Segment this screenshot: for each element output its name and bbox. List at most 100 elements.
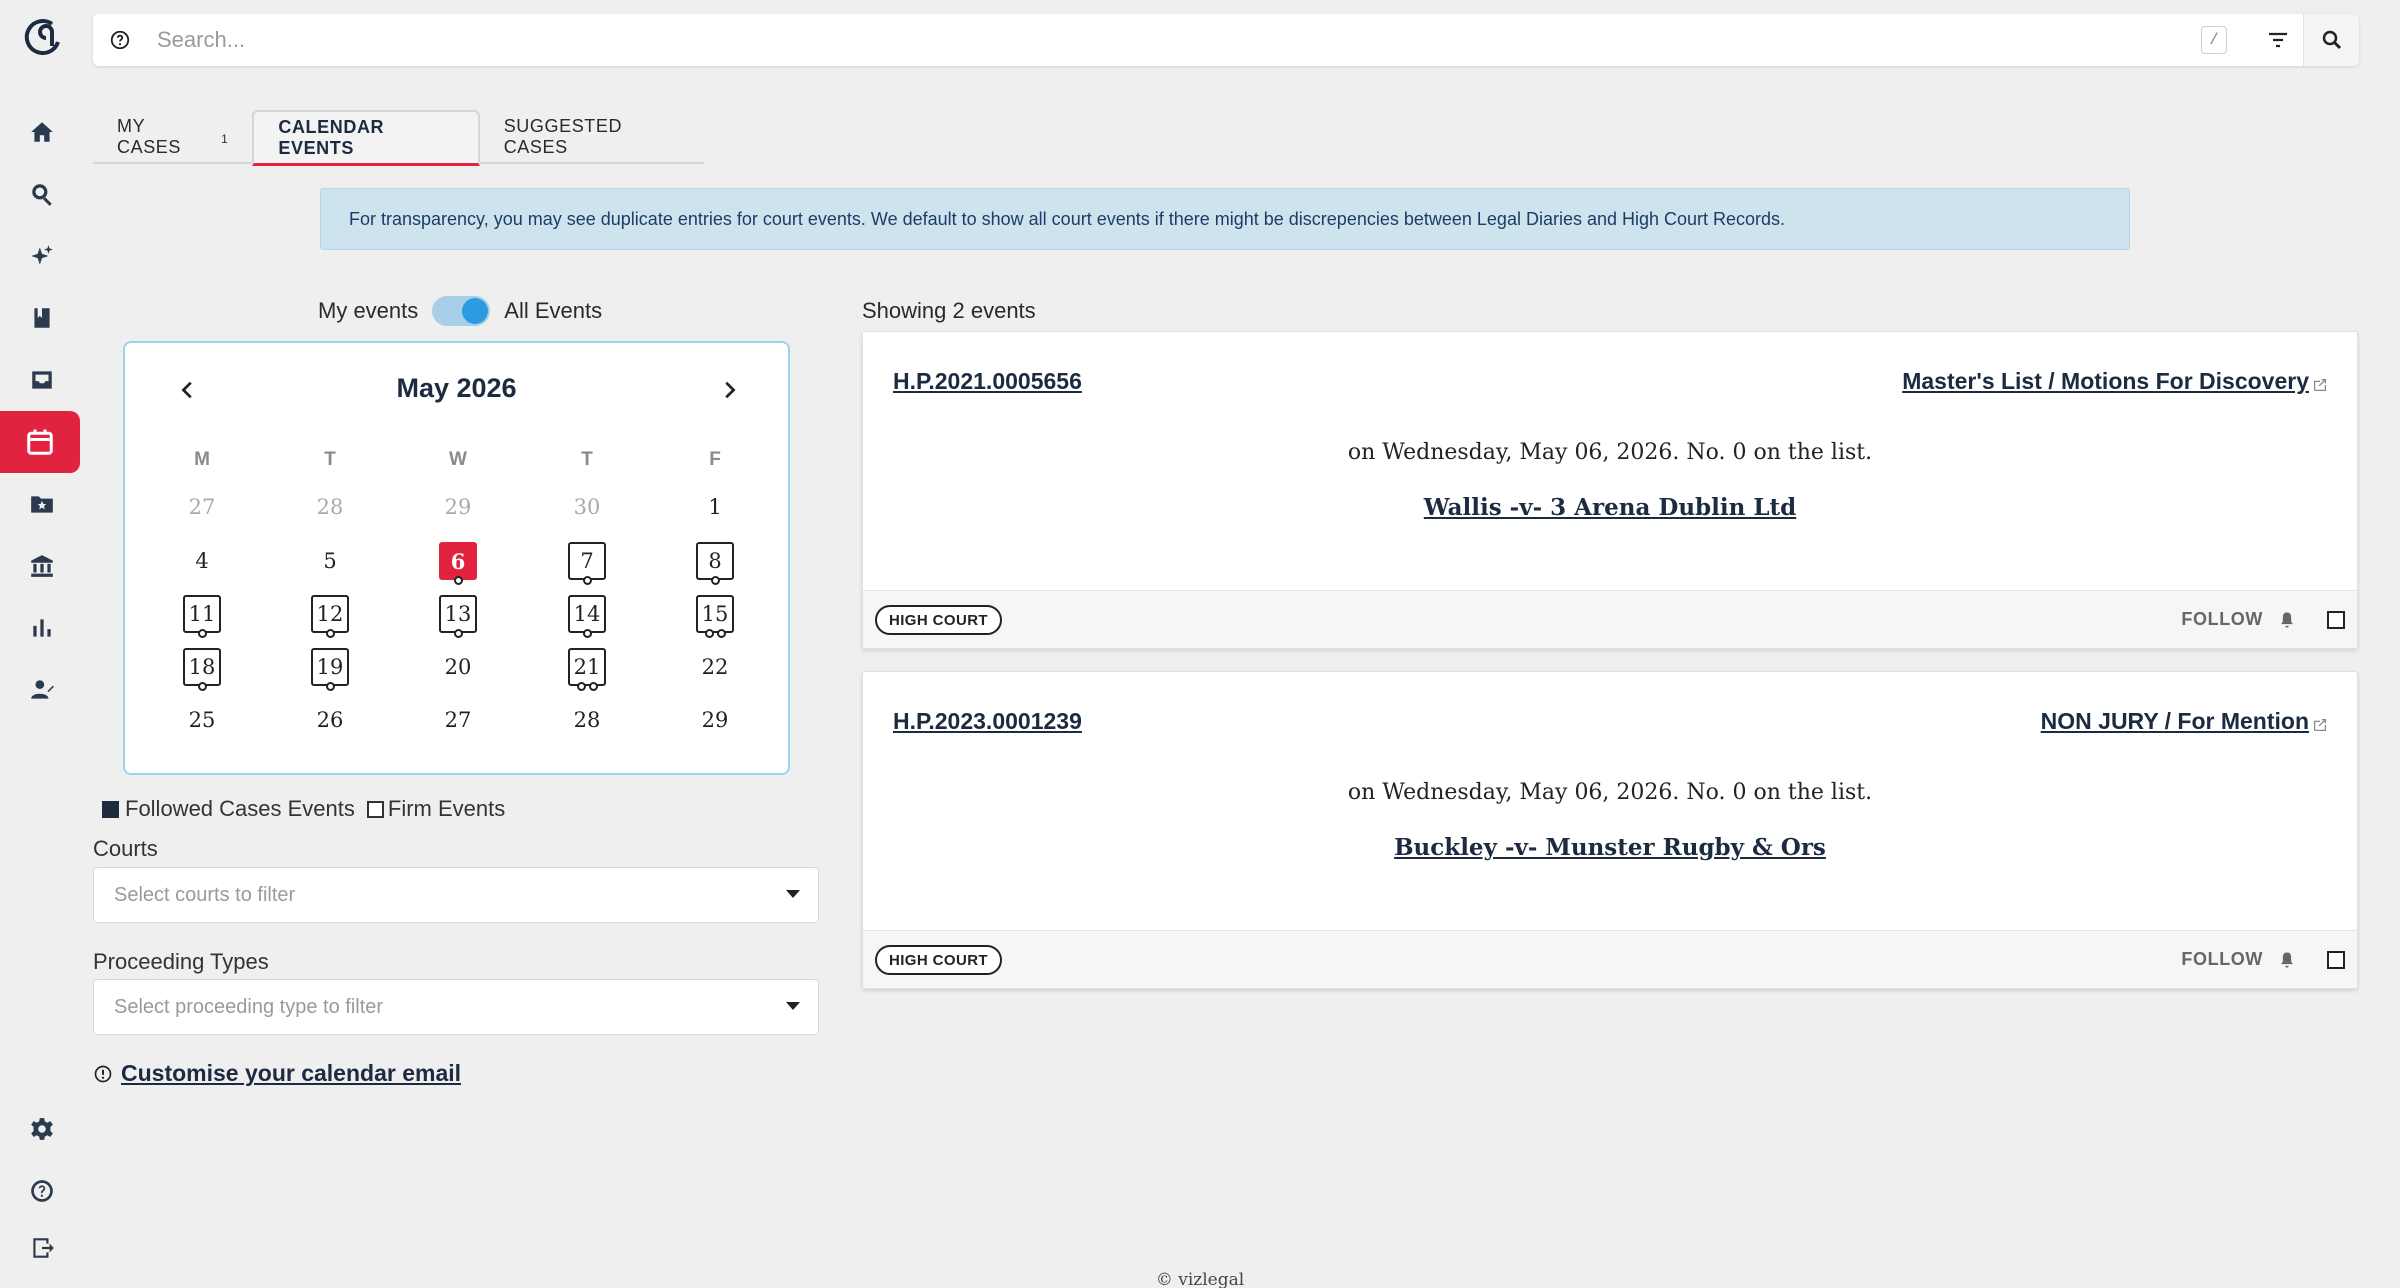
proceeding-types-select[interactable]: Select proceeding type to filter bbox=[93, 979, 819, 1035]
home-icon[interactable] bbox=[20, 110, 64, 154]
event-date: on Wednesday, May 06, 2026. No. 0 on the… bbox=[1347, 780, 1873, 805]
calendar-day[interactable]: 27 bbox=[183, 488, 221, 526]
calendar-day[interactable]: 1 bbox=[696, 488, 734, 526]
calendar-day[interactable]: 29 bbox=[696, 701, 734, 739]
case-title-link[interactable]: Wallis -v- 3 Arena Dublin Ltd bbox=[863, 494, 2357, 521]
calendar-day[interactable]: 21 bbox=[568, 648, 606, 691]
case-title-link[interactable]: Buckley -v- Munster Rugby & Ors bbox=[863, 834, 2357, 861]
courthouse-icon[interactable] bbox=[20, 544, 64, 588]
event-dot bbox=[453, 576, 463, 585]
event-dot bbox=[453, 629, 463, 638]
calendar-day[interactable]: 25 bbox=[183, 701, 221, 739]
courts-select[interactable]: Select courts to filter bbox=[93, 867, 819, 923]
bell-icon bbox=[2281, 952, 2293, 967]
day-number: 13 bbox=[444, 602, 472, 626]
day-number: 21 bbox=[573, 655, 601, 679]
sparkle-icon[interactable] bbox=[20, 234, 64, 278]
tab-suggested-cases[interactable]: SUGGESTED CASES bbox=[480, 110, 704, 164]
day-number: 28 bbox=[316, 495, 344, 519]
events-scope-switch[interactable] bbox=[432, 296, 491, 326]
calendar-day[interactable]: 4 bbox=[183, 542, 221, 580]
calendar-day[interactable]: 30 bbox=[568, 488, 606, 526]
case-number-link[interactable]: H.P.2023.0001239 bbox=[893, 708, 1082, 735]
calendar-day-today[interactable]: 6 bbox=[439, 542, 477, 585]
inbox-icon[interactable] bbox=[20, 358, 64, 402]
all-events-label[interactable]: All Events bbox=[504, 298, 602, 324]
calendar-day[interactable]: 29 bbox=[439, 488, 477, 526]
calendar-day[interactable]: 5 bbox=[311, 542, 349, 580]
follow-button[interactable]: FOLLOW bbox=[2181, 609, 2297, 630]
calendar-day[interactable]: 19 bbox=[311, 648, 349, 691]
calendar-day[interactable]: 22 bbox=[696, 648, 734, 686]
calendar-day[interactable]: 27 bbox=[439, 701, 477, 739]
day-number: 7 bbox=[580, 549, 594, 573]
customise-calendar-email-link[interactable]: Customise your calendar email bbox=[93, 1060, 461, 1087]
list-type-link[interactable]: Master's List / Motions For Discovery bbox=[1902, 368, 2329, 395]
logout-icon[interactable] bbox=[20, 1226, 64, 1270]
gear-icon[interactable] bbox=[20, 1107, 64, 1151]
calendar-day[interactable]: 12 bbox=[311, 595, 349, 638]
calendar-day[interactable]: 7 bbox=[568, 542, 606, 585]
day-number: 11 bbox=[188, 602, 216, 626]
analytics-icon[interactable] bbox=[20, 606, 64, 650]
calendar-icon[interactable] bbox=[0, 411, 80, 473]
next-month-button[interactable] bbox=[712, 373, 746, 407]
calendar-day[interactable]: 20 bbox=[439, 648, 477, 686]
event-dot bbox=[325, 682, 335, 691]
list-type-text: Master's List / Motions For Discovery bbox=[1902, 368, 2309, 394]
day-number: 29 bbox=[701, 708, 729, 732]
courts-label: Courts bbox=[93, 836, 158, 861]
external-link-icon bbox=[2313, 378, 2327, 391]
follow-button[interactable]: FOLLOW bbox=[2181, 949, 2297, 970]
event-card-footer: HIGH COURT FOLLOW bbox=[863, 590, 2357, 648]
weekday-header: T bbox=[324, 449, 336, 470]
vizlegal-logo[interactable] bbox=[22, 16, 66, 60]
events-count: Showing 2 events bbox=[862, 298, 1036, 323]
calendar-day[interactable]: 14 bbox=[568, 595, 606, 638]
event-dots bbox=[313, 682, 347, 691]
calendar-day[interactable]: 15 bbox=[696, 595, 734, 638]
firm-events-swatch[interactable] bbox=[366, 800, 384, 818]
weekday-header: F bbox=[709, 449, 721, 470]
my-events-label[interactable]: My events bbox=[318, 298, 418, 324]
follow-label: FOLLOW bbox=[2181, 609, 2263, 629]
calendar-month-title: May 2026 bbox=[396, 373, 517, 403]
starred-folder-icon[interactable] bbox=[20, 482, 64, 526]
search-help-icon[interactable] bbox=[93, 14, 147, 66]
calendar-day[interactable]: 8 bbox=[696, 542, 734, 585]
search-submit-button[interactable] bbox=[2303, 14, 2359, 66]
calendar-day[interactable]: 13 bbox=[439, 595, 477, 638]
day-number: 22 bbox=[701, 655, 729, 679]
help-icon[interactable] bbox=[20, 1169, 64, 1213]
day-number: 27 bbox=[188, 495, 216, 519]
event-dots bbox=[441, 576, 475, 585]
tab-calendar-events[interactable]: CALENDAR EVENTS bbox=[252, 110, 480, 166]
event-date: on Wednesday, May 06, 2026. No. 0 on the… bbox=[1347, 440, 1873, 465]
calendar-day[interactable]: 11 bbox=[183, 595, 221, 638]
search-shortcut-hint: / bbox=[2201, 26, 2227, 54]
day-number: 4 bbox=[195, 549, 209, 573]
calendar-day[interactable]: 28 bbox=[568, 701, 606, 739]
select-checkbox[interactable] bbox=[2327, 951, 2345, 969]
select-checkbox[interactable] bbox=[2327, 611, 2345, 629]
day-number: 18 bbox=[188, 655, 216, 679]
case-title-text: Buckley -v- Munster Rugby & Ors bbox=[1394, 834, 1826, 861]
followed-events-swatch[interactable] bbox=[102, 800, 119, 818]
book-icon[interactable] bbox=[20, 296, 64, 340]
tab-my-cases[interactable]: MY CASES 1 bbox=[93, 110, 252, 164]
courts-placeholder: Select courts to filter bbox=[114, 883, 296, 906]
search-icon[interactable] bbox=[20, 172, 64, 216]
calendar-day[interactable]: 26 bbox=[311, 701, 349, 739]
event-card-footer: HIGH COURT FOLLOW bbox=[863, 930, 2357, 988]
list-type-link[interactable]: NON JURY / For Mention bbox=[2041, 708, 2329, 735]
calendar-day[interactable]: 28 bbox=[311, 488, 349, 526]
day-number: 15 bbox=[701, 602, 729, 626]
search-input[interactable] bbox=[147, 16, 2201, 64]
weekday-header: W bbox=[449, 449, 467, 470]
case-title-text: Wallis -v- 3 Arena Dublin Ltd bbox=[1423, 494, 1797, 521]
day-number: 30 bbox=[573, 495, 601, 519]
case-number-link[interactable]: H.P.2021.0005656 bbox=[893, 368, 1082, 395]
calendar-day[interactable]: 18 bbox=[183, 648, 221, 691]
user-edit-icon[interactable] bbox=[20, 668, 64, 712]
filter-icon[interactable] bbox=[2253, 14, 2303, 66]
